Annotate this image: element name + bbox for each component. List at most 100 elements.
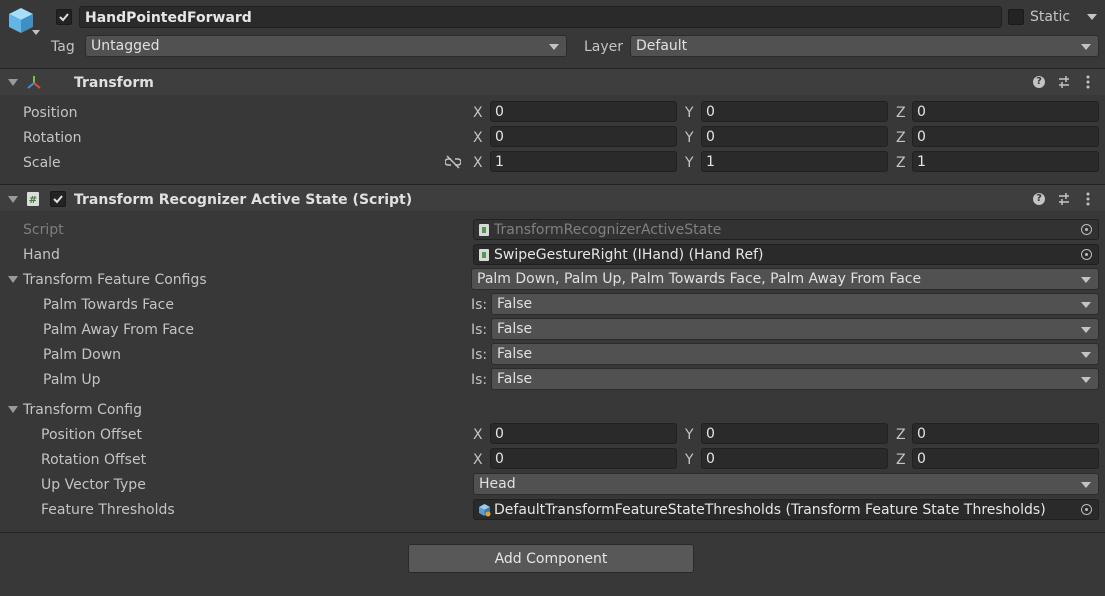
script-file-icon xyxy=(479,249,489,261)
svg-text:#: # xyxy=(29,195,37,206)
help-icon[interactable]: ? xyxy=(1033,193,1045,205)
icon-dropdown-arrow-icon[interactable] xyxy=(32,30,40,35)
config-label: Palm Away From Face xyxy=(43,322,194,338)
config-label: Palm Down xyxy=(43,347,122,363)
chevron-down-icon xyxy=(1081,302,1091,308)
axis-y-label[interactable]: Y xyxy=(685,131,694,145)
help-icon[interactable]: ? xyxy=(1033,76,1045,88)
hand-reference-field[interactable]: SwipeGestureRight (IHand) (Hand Ref) xyxy=(473,244,1099,265)
position-x-field[interactable]: 0 xyxy=(490,101,677,122)
rotation-x-field[interactable]: 0 xyxy=(490,126,677,147)
position-offset-z-field[interactable]: 0 xyxy=(912,423,1099,444)
hand-label: Hand xyxy=(23,247,60,263)
rotation-y-field[interactable]: 0 xyxy=(701,126,888,147)
position-offset-label: Position Offset xyxy=(41,427,143,443)
feature-configs-label[interactable]: Transform Feature Configs xyxy=(23,273,207,287)
transform-title: Transform xyxy=(74,75,154,91)
scale-y-field[interactable]: 1 xyxy=(701,151,888,172)
chevron-down-icon xyxy=(549,44,559,50)
is-label: Is: xyxy=(471,297,488,313)
axis-x-label[interactable]: X xyxy=(473,131,483,145)
presets-icon[interactable] xyxy=(1057,192,1071,206)
layer-value: Default xyxy=(636,38,688,54)
object-picker-icon[interactable] xyxy=(1081,504,1092,515)
axis-y-label[interactable]: Y xyxy=(685,428,694,442)
active-checkbox[interactable] xyxy=(56,9,72,25)
transform-header[interactable] xyxy=(0,69,1105,95)
kebab-menu-icon[interactable] xyxy=(1085,75,1091,89)
transform-axis-icon xyxy=(27,76,41,89)
foldout-arrow-icon[interactable] xyxy=(8,79,18,86)
position-label: Position xyxy=(23,105,78,121)
tag-label: Tag xyxy=(51,39,75,55)
unlinked-scale-icon[interactable] xyxy=(445,155,461,169)
axis-z-label[interactable]: Z xyxy=(896,131,906,145)
position-offset-y-field[interactable]: 0 xyxy=(701,423,888,444)
axis-x-label[interactable]: X xyxy=(473,453,483,467)
axis-y-label[interactable]: Y xyxy=(685,453,694,467)
scale-z-field[interactable]: 1 xyxy=(912,151,1099,172)
scale-label: Scale xyxy=(23,155,61,171)
palm-down-dropdown[interactable]: False xyxy=(491,343,1099,365)
scriptable-object-icon xyxy=(479,504,491,517)
chevron-down-icon xyxy=(1081,482,1091,488)
script-component-title: Transform Recognizer Active State (Scrip… xyxy=(74,192,413,208)
foldout-arrow-icon[interactable] xyxy=(8,196,18,203)
rotation-offset-y-field[interactable]: 0 xyxy=(701,448,888,469)
axis-z-label[interactable]: Z xyxy=(896,156,906,170)
config-value: False xyxy=(497,371,533,387)
layer-label: Layer xyxy=(584,39,624,55)
object-picker-icon[interactable] xyxy=(1081,249,1092,260)
add-component-button[interactable]: Add Component xyxy=(408,544,694,573)
axis-z-label[interactable]: Z xyxy=(896,453,906,467)
tag-dropdown[interactable]: Untagged xyxy=(85,35,567,57)
axis-x-label[interactable]: X xyxy=(473,428,483,442)
axis-x-label[interactable]: X xyxy=(473,106,483,120)
up-vector-type-dropdown[interactable]: Head xyxy=(473,473,1099,495)
config-label: Palm Up xyxy=(43,372,101,388)
rotation-z-field[interactable]: 0 xyxy=(912,126,1099,147)
palm-towards-face-dropdown[interactable]: False xyxy=(491,293,1099,315)
script-label: Script xyxy=(23,222,64,238)
scale-x-field[interactable]: 1 xyxy=(490,151,677,172)
script-enabled-checkbox[interactable] xyxy=(50,191,66,207)
is-label: Is: xyxy=(471,372,488,388)
position-offset-x-field[interactable]: 0 xyxy=(490,423,677,444)
chevron-down-icon xyxy=(1081,44,1091,50)
kebab-menu-icon[interactable] xyxy=(1085,192,1091,206)
position-z-field[interactable]: 0 xyxy=(912,101,1099,122)
up-vector-type-label: Up Vector Type xyxy=(41,477,146,493)
object-name-input[interactable]: HandPointedForward xyxy=(79,6,1002,28)
layer-dropdown[interactable]: Default xyxy=(630,35,1099,57)
static-checkbox[interactable] xyxy=(1008,9,1024,25)
rotation-offset-label: Rotation Offset xyxy=(41,452,147,468)
static-dropdown-arrow-icon[interactable] xyxy=(1087,14,1097,20)
rotation-offset-z-field[interactable]: 0 xyxy=(912,448,1099,469)
foldout-arrow-icon[interactable] xyxy=(8,406,18,413)
position-y-field[interactable]: 0 xyxy=(701,101,888,122)
config-label: Palm Towards Face xyxy=(43,297,174,313)
config-value: False xyxy=(497,321,533,337)
gameobject-cube-icon[interactable] xyxy=(7,6,35,34)
axis-z-label[interactable]: Z xyxy=(896,106,906,120)
feature-thresholds-reference-field[interactable]: DefaultTransformFeatureStateThresholds (… xyxy=(473,499,1099,520)
palm-away-from-face-dropdown[interactable]: False xyxy=(491,318,1099,340)
foldout-arrow-icon[interactable] xyxy=(8,276,18,283)
transform-config-label[interactable]: Transform Config xyxy=(23,403,142,417)
presets-icon[interactable] xyxy=(1057,75,1071,89)
chevron-down-icon xyxy=(1081,327,1091,333)
axis-z-label[interactable]: Z xyxy=(896,428,906,442)
script-reference-field: TransformRecognizerActiveState xyxy=(473,219,1099,240)
feature-configs-value: Palm Down, Palm Up, Palm Towards Face, P… xyxy=(477,271,922,287)
rotation-label: Rotation xyxy=(23,130,82,146)
axis-x-label[interactable]: X xyxy=(473,156,483,170)
checkmark-icon xyxy=(59,13,69,22)
palm-up-dropdown[interactable]: False xyxy=(491,368,1099,390)
axis-y-label[interactable]: Y xyxy=(685,106,694,120)
checkmark-icon xyxy=(53,195,63,204)
feature-configs-dropdown[interactable]: Palm Down, Palm Up, Palm Towards Face, P… xyxy=(471,268,1099,290)
chevron-down-icon xyxy=(1081,352,1091,358)
axis-y-label[interactable]: Y xyxy=(685,156,694,170)
rotation-offset-x-field[interactable]: 0 xyxy=(490,448,677,469)
script-value: TransformRecognizerActiveState xyxy=(494,222,722,238)
